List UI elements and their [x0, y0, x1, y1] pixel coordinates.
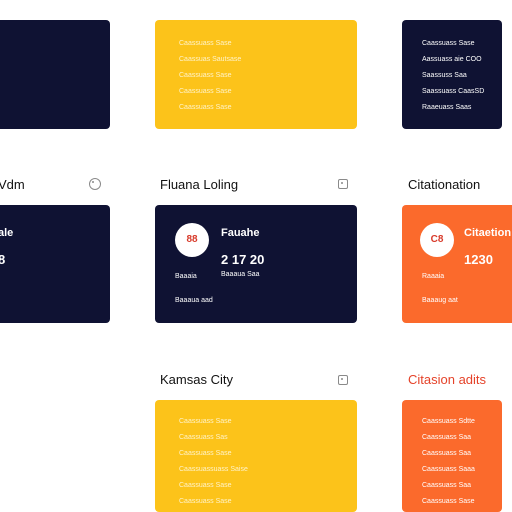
left-stat-card[interactable]: ale 8 [0, 205, 110, 323]
expand-square-icon[interactable] [338, 375, 348, 385]
bottom-right-heading: Citasion adits [408, 372, 487, 387]
expand-square-icon[interactable] [338, 179, 348, 189]
list-item: Caassuass Saa [422, 434, 472, 441]
list-item: Caassuass Sas [179, 434, 228, 441]
info-circle-icon[interactable] [89, 178, 101, 190]
center-stat-title: Fauahe [221, 227, 260, 239]
bottom-right-card-lines: Caassuass Sdtte Caassuass Saa Caassuass … [422, 414, 475, 510]
left-column-heading: Vdm [0, 177, 25, 192]
avatar-badge: 88 [175, 223, 209, 257]
top-center-card-lines: Caassuass Sase Caassuas Sautsase Caassua… [179, 36, 241, 116]
list-item: Caassuass Sase [422, 498, 475, 505]
list-item: Raaeuass Saas [422, 104, 472, 111]
top-right-card[interactable]: Caassuass Sase Aassuass aie COO Saassuss… [402, 20, 502, 129]
list-item: Caassuass Sase [179, 498, 232, 505]
center-stat-footer: Baaaua aad [175, 297, 213, 304]
list-item: Caassuass Saaa [422, 466, 475, 473]
list-item: Saassuss Saa [422, 72, 467, 79]
list-item: Caassuass Sase [179, 40, 232, 47]
bottom-center-card-lines: Caassuass Sase Caassuass Sas Caassuass S… [179, 414, 248, 510]
list-item: Caassuass Sdtte [422, 418, 475, 425]
right-stat-card[interactable]: C8 Citaetion 1230 Raaaia Baaaug aat [402, 205, 512, 323]
right-stat-label: Raaaia [422, 273, 445, 280]
list-item: Caassuass Sase [422, 40, 475, 47]
bottom-center-heading: Kamsas City [160, 372, 233, 387]
center-column-heading: Fluana Loling [160, 177, 239, 192]
center-stat-value: 2 17 20 [221, 252, 265, 267]
list-item: Caassuass Sase [179, 88, 232, 95]
list-item: Caassuass Sase [179, 450, 232, 457]
list-item: Caassuas Sautsase [179, 56, 242, 63]
list-item: Caassuass Sase [179, 482, 232, 489]
right-column-heading: Citationation [408, 177, 481, 192]
bottom-right-card[interactable]: Caassuass Sdtte Caassuass Saa Caassuass … [402, 400, 502, 512]
bottom-center-card[interactable]: Caassuass Sase Caassuass Sas Caassuass S… [155, 400, 357, 512]
center-stat-label: Baaaia [175, 273, 197, 280]
right-stat-value: 1230 [464, 252, 493, 267]
right-stat-footer: Baaaug aat [422, 297, 458, 304]
center-stat-sub: Baaaua Saa [221, 271, 260, 278]
list-item: Caassuass Sase [179, 104, 232, 111]
center-stat-card[interactable]: 88 Fauahe 2 17 20 Baaaia Baaaua Saa Baaa… [155, 205, 357, 323]
left-stat-value: 8 [0, 252, 6, 267]
list-item: Caassuass Sase [179, 418, 232, 425]
left-stat-title: ale [0, 227, 14, 239]
list-item: Caassuass Saa [422, 450, 472, 457]
list-item: Caassuass Saa [422, 482, 472, 489]
list-item: Caassuass Sase [179, 72, 232, 79]
avatar-badge: C8 [420, 223, 454, 257]
top-center-card[interactable]: Caassuass Sase Caassuas Sautsase Caassua… [155, 20, 357, 129]
top-left-card[interactable] [0, 20, 110, 129]
list-item: Saassuass CaasSD [422, 88, 485, 95]
list-item: Aassuass aie COO [422, 56, 482, 63]
right-stat-title: Citaetion [464, 227, 512, 239]
top-right-card-lines: Caassuass Sase Aassuass aie COO Saassuss… [422, 36, 484, 116]
list-item: Caassuassuass Saise [179, 466, 248, 473]
